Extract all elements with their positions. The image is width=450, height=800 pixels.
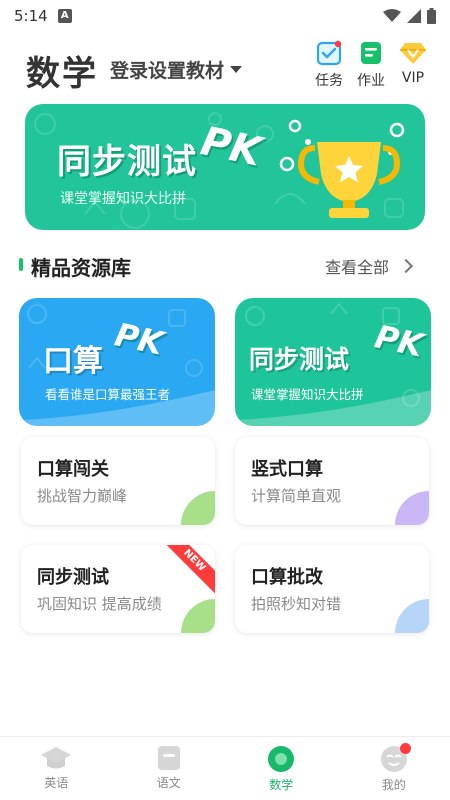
card-subtitle: 挑战智力巅峰 [37, 487, 128, 505]
trophy-graphic [297, 142, 401, 218]
unread-dot [399, 743, 411, 754]
vertical-math-card[interactable]: 竖式口算 计算简单直观 [235, 437, 429, 525]
card-title: 同步测试 [37, 567, 109, 588]
task-button[interactable]: 任务 [307, 40, 351, 96]
homework-doc-icon [361, 42, 381, 64]
chevron-right-icon [398, 258, 414, 274]
book-icon [157, 746, 180, 770]
view-all-label: 查看全部 [325, 258, 390, 277]
sync-test-pk-banner[interactable]: 同步测试 PK 课堂掌握知识大比拼 [25, 104, 425, 230]
card-title: 同步测试 [249, 345, 350, 374]
card-title: 口算 [43, 344, 103, 379]
card-corner-accent [395, 599, 429, 633]
textbook-label: 登录设置教材 [110, 60, 225, 82]
nav-item-me[interactable]: 我的 [338, 737, 450, 800]
math-home-screen: 5:14 A 数学 登录设置教材 任务 作业 VIP 同步测试 PK 课堂掌握知… [0, 0, 450, 800]
card-subtitle: 计算简单直观 [251, 487, 342, 505]
section-accent-bar [19, 258, 23, 271]
status-bar: 5:14 A [0, 0, 450, 32]
caret-down-icon [230, 66, 243, 73]
banner-title: 同步测试 [57, 142, 197, 182]
vip-diamond-icon [400, 43, 426, 64]
task-checklist-icon [316, 40, 342, 66]
bottom-nav: 英语 语文 数学 我的 [0, 736, 450, 800]
nav-label: 数学 [269, 778, 294, 792]
card-corner-accent [181, 599, 215, 633]
signal-icon [407, 9, 421, 23]
sync-test-card[interactable]: 同步测试 巩固知识 提高成绩 NEW [21, 545, 215, 633]
header: 数学 登录设置教材 任务 作业 VIP [0, 40, 450, 96]
task-label: 任务 [315, 73, 343, 89]
card-title: 竖式口算 [251, 459, 323, 480]
subject-title: 数学 [26, 54, 98, 94]
status-time: 5:14 [14, 7, 48, 25]
card-subtitle: 巩固知识 提高成绩 [37, 595, 162, 613]
homework-button[interactable]: 作业 [349, 40, 393, 96]
mental-math-pk-card[interactable]: 口算 PK 看看谁是口算最强王者 [19, 298, 215, 426]
new-badge: NEW [157, 545, 215, 598]
battery-icon [427, 8, 436, 24]
nav-label: 语文 [156, 776, 181, 790]
notification-a-icon: A [57, 9, 72, 23]
status-right [383, 8, 436, 24]
section-title: 精品资源库 [31, 256, 131, 280]
card-title: 口算闯关 [37, 459, 109, 480]
vip-button[interactable]: VIP [391, 40, 435, 96]
nav-label: 英语 [44, 776, 69, 790]
card-corner-accent [395, 491, 429, 525]
card-subtitle: 课堂掌握知识大比拼 [251, 387, 364, 402]
card-subtitle: 拍照秒知对错 [251, 595, 342, 613]
textbook-selector[interactable]: 登录设置教材 [110, 56, 243, 83]
nav-item-english[interactable]: 英语 [0, 737, 113, 800]
mental-math-challenge-card[interactable]: 口算闯关 挑战智力巅峰 [21, 437, 215, 525]
card-title: 口算批改 [251, 567, 323, 588]
math-circle-icon [268, 746, 295, 772]
nav-label: 我的 [381, 778, 406, 792]
vip-label: VIP [401, 70, 425, 86]
view-all-button[interactable]: 查看全部 [325, 254, 414, 278]
homework-label: 作业 [357, 73, 385, 89]
card-subtitle: 看看谁是口算最强王者 [45, 387, 171, 402]
card-corner-accent [181, 491, 215, 525]
wifi-icon [383, 9, 401, 22]
sync-test-pk-card[interactable]: 同步测试 PK 课堂掌握知识大比拼 [235, 298, 431, 426]
nav-item-chinese[interactable]: 语文 [113, 737, 226, 800]
graduation-cap-icon [41, 747, 72, 769]
banner-subtitle: 课堂掌握知识大比拼 [60, 191, 186, 207]
nav-item-math[interactable]: 数学 [225, 737, 338, 800]
homework-correction-card[interactable]: 口算批改 拍照秒知对错 [235, 545, 429, 633]
